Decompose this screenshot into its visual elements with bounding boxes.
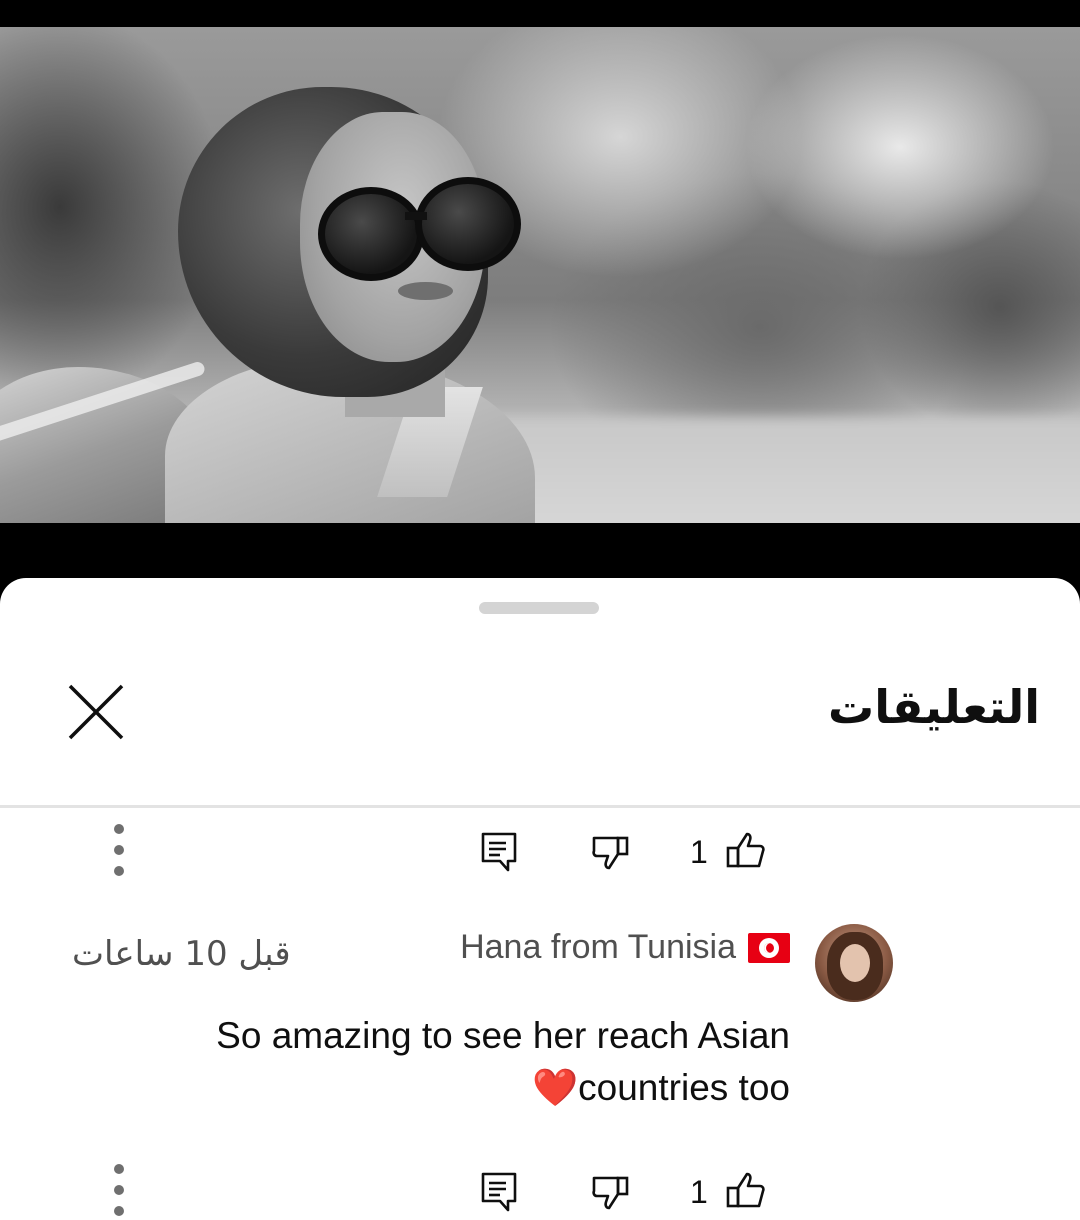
sunglasses-lens-left [318,187,424,281]
more-vert-icon-dot [114,1206,124,1216]
tunisia-flag-icon [748,932,790,963]
comments-sheet: التعليقات 1 Hana from Tunisia قبل 10 ساع… [0,578,1080,1220]
thumb-down-icon [592,1176,629,1210]
drag-handle[interactable] [479,602,599,614]
like-button[interactable] [724,830,768,874]
comment-menu-button[interactable] [104,1160,134,1220]
dislike-button[interactable] [590,1170,634,1214]
avatar[interactable] [815,924,893,1002]
reply-button[interactable] [478,1170,522,1214]
comment-menu-button[interactable] [104,820,134,880]
comment-text-line-2: ❤️countries too [90,1062,790,1114]
reply-icon [481,1172,517,1212]
like-count: 1 [690,834,708,870]
video-subject-lips [398,282,453,300]
close-button[interactable] [66,682,126,742]
comment-text-line-1: So amazing to see her reach Asian [216,1015,790,1056]
thumb-up-icon [726,1172,765,1208]
comment-item: Hana from Tunisia قبل 10 ساعات So amazin… [0,924,1080,1124]
heart-emoji-icon: ❤️ [532,1067,579,1108]
close-icon [68,684,124,740]
sheet-title: التعليقات [828,680,1040,734]
more-vert-icon-dot [114,845,124,855]
video-frame[interactable] [0,27,1080,523]
comment-text-line-2-text: countries too [578,1067,790,1108]
thumb-down-icon [592,836,629,870]
comment-timestamp: قبل 10 ساعات [72,934,291,974]
comment-author-line: Hana from Tunisia [460,928,790,967]
more-vert-icon [114,1164,124,1174]
comment-author[interactable]: Hana from Tunisia [460,928,736,967]
like-button[interactable] [724,1170,768,1214]
more-vert-icon [114,824,124,834]
thumb-up-icon [726,832,765,868]
dislike-button[interactable] [590,830,634,874]
reply-icon [481,832,517,872]
sunglasses-bridge [405,212,427,220]
reply-button[interactable] [478,830,522,874]
avatar-face [840,944,870,982]
video-player[interactable] [0,0,1080,578]
comment-action-row: 1 [0,1160,1080,1220]
like-count: 1 [690,1174,708,1210]
header-divider [0,805,1080,808]
sunglasses-lens-right [415,177,521,271]
comment-text: So amazing to see her reach Asian ❤️coun… [90,1010,790,1114]
more-vert-icon-dot [114,866,124,876]
comment-action-row: 1 [0,820,1080,880]
more-vert-icon-dot [114,1185,124,1195]
